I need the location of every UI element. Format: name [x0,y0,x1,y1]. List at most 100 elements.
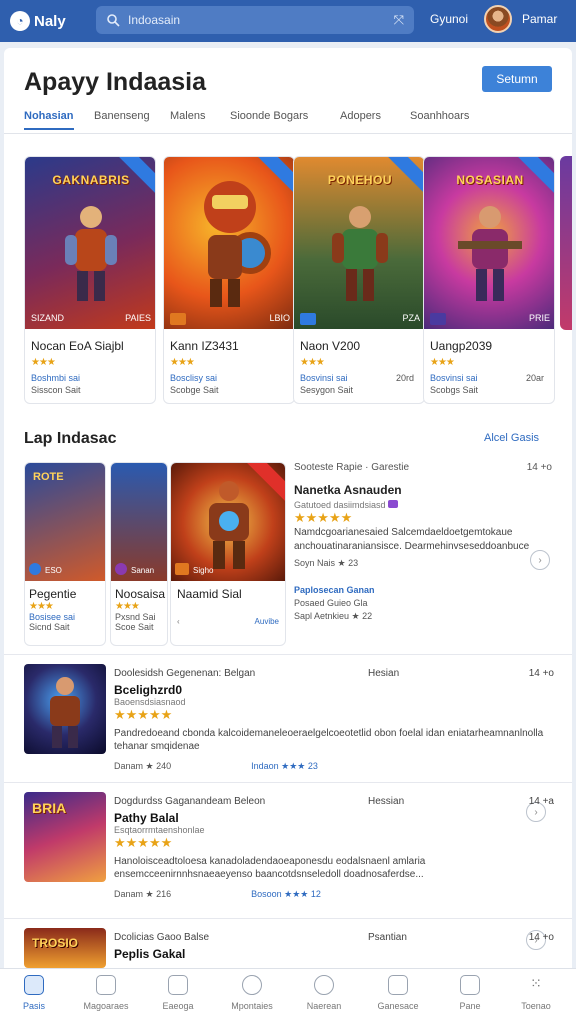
avatar[interactable] [484,5,512,33]
developer-right: Hessian [368,796,405,807]
developer: Doolesidsh Gegenenan: Belgan [114,668,256,679]
game-card[interactable]: Sanan Noosaisa ★★★ Pxsnd Sai Scoe Sait [110,462,168,646]
badge-icon [430,313,446,325]
developer-right: Garestie [371,462,410,473]
hero-figure [332,206,388,301]
nav-games[interactable]: Ganesace [368,975,428,1011]
badge-icon [29,563,41,575]
page-title: Apayy Indaasia [24,68,207,96]
next-card-peek[interactable] [560,156,572,330]
game-description: Pandredoeand cbonda kalcoidemaneleoerael… [114,728,544,752]
game-meta-right: Indaon ★★★ 23 [251,761,318,771]
section-title: Lap Indasac [24,430,117,447]
home-icon [24,975,44,995]
chevron-left-icon[interactable]: ‹ [177,617,180,626]
user-name[interactable]: Pamar [522,12,557,26]
sort-icon [96,975,116,995]
game-thumb [24,664,106,754]
tab-sioonde-bogars[interactable]: Sioonde Bogars [230,104,308,128]
nav-label: Pane [459,1001,481,1011]
game-meta: Pxsnd Sai [115,612,156,622]
tab-malens[interactable]: Malens [170,104,205,128]
timestamp: 14 +o [528,932,554,943]
game-art: ROTE ESO [25,463,105,581]
grid-icon: ⁙ [530,975,542,991]
developer: Sooteste Rapie [294,462,363,473]
featured-card[interactable]: GAKNABRIS SIZAND PAIES Nocan EoA Siajbl … [24,156,156,404]
tab-bar: Nohasian Banenseng Malens Sioonde Bogars… [4,104,572,134]
tab-nohasian[interactable]: Nohasian [24,104,74,130]
game-card[interactable]: ROTE ESO Pegentie ★★★ Bosisee sai Sicnd … [24,462,106,646]
developer: Dcolicias Gaoo Balse [114,932,210,943]
tab-soanhhoars[interactable]: Soanhhoars [410,104,469,128]
game-meta-2: Scoe Sait [115,622,154,632]
nav-messages[interactable]: Naerean [294,975,354,1011]
nav-explore[interactable]: Mpontaies [222,975,282,1011]
game-art: PONEHOU PZA [294,157,424,329]
game-name: Noosaisa [115,587,166,601]
game-meta: Bosclisy sai [170,373,218,383]
art-title: PONEHOU [327,173,393,187]
game-meta-2: Scobge Sait [170,385,219,395]
game-meta: Bosvinsi sai [430,373,478,383]
search-input[interactable]: Indoasain [128,13,180,27]
game-meta: Danam ★ 216 [114,889,172,899]
game-meta: Bosvinsi sai [300,373,348,383]
detail-link[interactable]: Paplosecan Ganan [294,585,552,595]
search-bar[interactable]: Indoasain ⤧ [96,6,414,34]
rating-stars: ★★★★★ [114,707,173,722]
tag-icon [168,975,188,995]
app-logo[interactable]: ◔ Naly [10,11,94,31]
nav-more[interactable]: ⁙ Toenao [506,975,566,1011]
featured-card[interactable]: NOSASIAN PRIE Uangp2039 ★★★ Bosvinsi sai… [423,156,555,404]
game-art: Sanan [111,463,167,581]
clear-search-icon[interactable]: ⤧ [394,12,404,28]
badge-icon [300,313,316,325]
tab-adopers[interactable]: Adopers [340,104,381,128]
tab-banenseng[interactable]: Banenseng [94,104,150,128]
badge-text: Sanan [131,566,155,575]
nav-library[interactable]: Pane [440,975,500,1011]
detail-card[interactable]: Sooteste Rapie · Garestie 14 +o Nanetka … [294,462,552,622]
more-button[interactable]: › [530,550,550,570]
badge-text: ESO [45,566,62,575]
section-link[interactable]: Alcel Gasis [484,432,539,444]
compass-icon [242,975,262,995]
game-name: Peplis Gakal [114,947,186,961]
badge-text: Sigho [193,566,214,575]
art-title: BRIA [32,800,67,816]
primary-button[interactable]: Setumn [482,66,552,92]
nav-home[interactable]: Pasis [4,975,64,1011]
rating-stars: ★★★★★ [114,835,173,850]
developer-right: Psantian [368,932,407,943]
detail-footer: Sapl Aetnkieu ★ 22 [294,611,373,621]
art-title: GAKNABRIS [52,173,130,187]
hero-figure [204,181,271,307]
game-card[interactable]: Sigho Naamid Sial ‹ Auvibe [170,462,286,646]
featured-card[interactable]: LBIO Kann IZ3431 ★★★ Bosclisy sai Scobge… [163,156,295,404]
top-link[interactable]: Gyunoi [430,12,468,26]
timestamp: 14 +a [528,796,554,807]
hero-figure [209,481,249,569]
card-extra: Auvibe [254,617,279,626]
game-art: LBIO [164,157,294,329]
gamepad-icon [388,975,408,995]
nav-tag[interactable]: Eaeoga [148,975,208,1011]
rating-stars: ★★★ [29,601,54,612]
detail-rating-line: Soyn Nais ★ 23 [294,558,359,568]
game-art: GAKNABRIS SIZAND PAIES [25,157,155,329]
nav-label: Naerean [306,1001,342,1011]
game-name: Uangp2039 [430,339,493,353]
search-icon [107,14,120,27]
badge-right: PAIES [125,313,151,323]
nav-sort[interactable]: Magoaraes [76,975,136,1011]
hero-figure [50,677,80,748]
art-title: NOSASIAN [456,173,524,187]
rating-stars: ★★★ [170,357,195,368]
divider [4,918,572,919]
game-art: Sigho [171,463,285,581]
game-meta-2: Sesygon Sait [300,385,354,395]
featured-card[interactable]: PONEHOU PZA Naon V200 ★★★ Bosvinsi sai S… [293,156,425,404]
game-meta-right: Bosoon ★★★ 12 [251,889,321,899]
game-meta-2: Sicnd Sait [29,622,70,632]
